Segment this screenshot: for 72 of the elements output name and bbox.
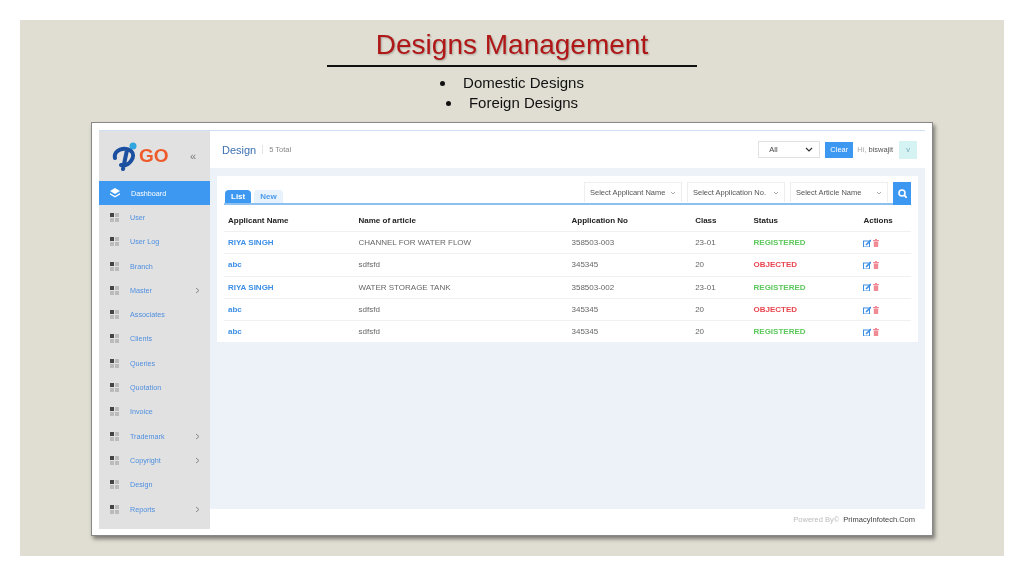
column-header: Applicant Name (224, 210, 355, 232)
applicant-link[interactable]: RIYA SINGH (224, 231, 355, 254)
table-cell: 358503-002 (567, 276, 692, 299)
grid-icon (110, 480, 119, 490)
bullet-text: Domestic Designs (463, 73, 584, 93)
status-text: OBJECTED (753, 305, 798, 315)
column-header: Status (749, 210, 860, 232)
status-text: REGISTERED (753, 282, 806, 292)
table-cell: sdfsfd (354, 298, 568, 321)
status-text: OBJECTED (753, 260, 798, 270)
applicant-link[interactable]: abc (224, 253, 355, 277)
table-cell: 358503-003 (567, 231, 692, 254)
bullet-icon (445, 100, 451, 106)
table-cell: WATER STORAGE TANK (354, 276, 568, 299)
collapse-button[interactable]: « (189, 150, 196, 162)
tab[interactable]: New (254, 190, 283, 203)
trash-icon[interactable] (873, 327, 880, 336)
edit-icon[interactable] (863, 238, 872, 247)
logo-text: GO (139, 145, 169, 167)
edit-icon[interactable] (863, 283, 872, 292)
trash-icon[interactable] (873, 260, 880, 269)
grid-icon (110, 358, 119, 368)
grid-icon (110, 504, 119, 514)
page-title: Design (222, 143, 257, 156)
grid-icon (110, 261, 119, 271)
trash-icon[interactable] (873, 305, 880, 314)
table-cell: 345345 (567, 298, 692, 321)
edit-icon[interactable] (863, 327, 872, 336)
column-header: Class (691, 210, 750, 232)
grid-icon (110, 310, 119, 320)
chevron-down-icon (670, 190, 676, 195)
bullet-text: Foreign Designs (468, 93, 579, 113)
layers-icon (110, 188, 120, 199)
table-cell: 23-01 (691, 231, 750, 254)
grid-icon (110, 285, 119, 295)
table-cell: 23-01 (691, 276, 750, 299)
applicant-link[interactable]: abc (224, 298, 355, 321)
grid-icon (110, 237, 119, 247)
column-header: Name of article (354, 210, 568, 232)
slide-title: Designs Management (375, 29, 649, 61)
status-text: REGISTERED (753, 238, 806, 248)
grid-icon (110, 431, 119, 441)
table-cell: 20 (691, 298, 750, 321)
column-header: Application No (567, 210, 692, 232)
grid-icon (110, 334, 119, 344)
edit-icon[interactable] (863, 260, 872, 269)
tab[interactable]: List (225, 190, 252, 203)
bullet-icon (440, 80, 446, 86)
status-text: REGISTERED (753, 327, 806, 337)
chevron-down-icon (876, 190, 882, 195)
trash-icon[interactable] (873, 283, 880, 292)
search-button[interactable] (893, 182, 911, 205)
edit-icon[interactable] (863, 305, 872, 314)
chevron-down-icon (805, 147, 814, 152)
logo-swirl-icon (111, 141, 138, 171)
column-header: Actions (859, 210, 911, 232)
table-cell: sdfsfd (354, 320, 568, 343)
table-cell: 345345 (567, 320, 692, 343)
table-cell: sdfsfd (354, 253, 568, 277)
applicant-link[interactable]: RIYA SINGH (224, 276, 355, 299)
table-cell: 345345 (567, 253, 692, 277)
search-icon (897, 189, 907, 198)
chevron-down-icon (773, 190, 779, 195)
table-cell: 20 (691, 320, 750, 343)
table-cell: 20 (691, 253, 750, 277)
grid-icon (110, 212, 119, 222)
grid-icon (110, 455, 119, 465)
grid-icon (110, 383, 119, 392)
table-cell: CHANNEL FOR WATER FLOW (354, 231, 568, 254)
grid-icon (110, 407, 119, 417)
applicant-link[interactable]: abc (224, 320, 355, 343)
trash-icon[interactable] (873, 238, 880, 247)
